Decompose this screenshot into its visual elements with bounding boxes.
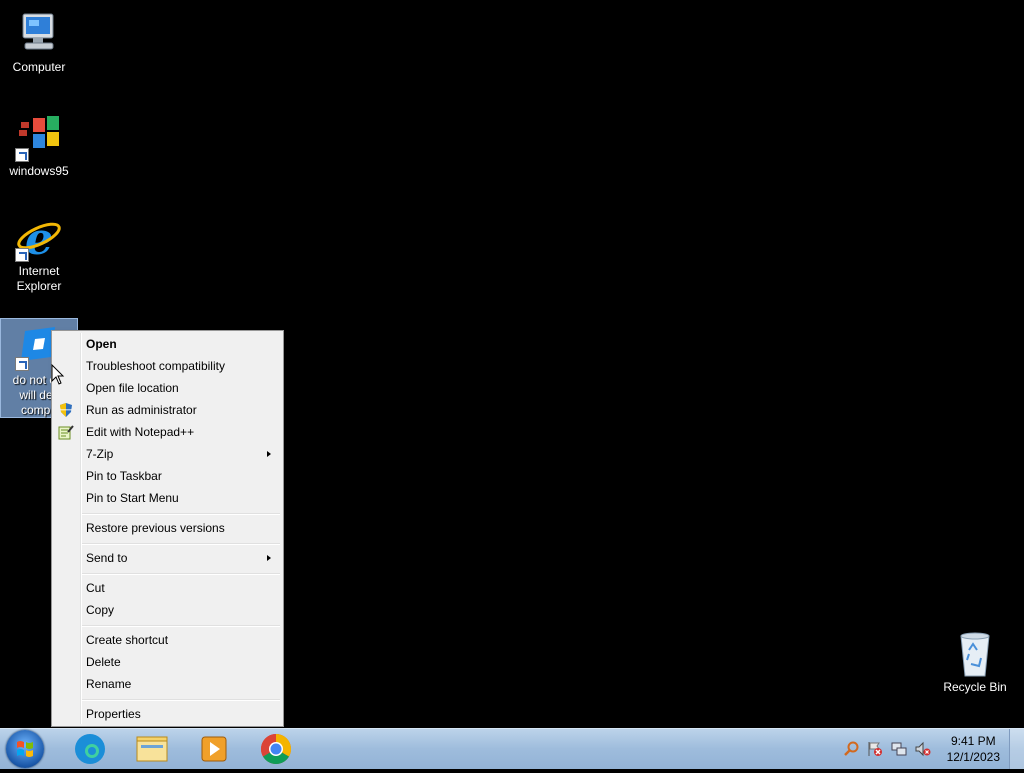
shortcut-arrow-icon: [15, 148, 29, 162]
submenu-arrow-icon: [267, 555, 271, 561]
windows95-icon: [15, 114, 63, 162]
menu-item-7-zip[interactable]: 7-Zip: [54, 443, 281, 465]
context-menu: Open Troubleshoot compatibility Open fil…: [51, 330, 284, 727]
edge-icon: [75, 734, 105, 764]
menu-separator: [82, 625, 280, 627]
menu-item-create-shortcut[interactable]: Create shortcut: [54, 629, 281, 651]
windows-logo-icon: [17, 741, 33, 757]
taskbar-clock[interactable]: 9:41 PM 12/1/2023: [947, 733, 1000, 765]
menu-item-label: Properties: [86, 707, 141, 721]
notepadpp-icon: [58, 424, 74, 440]
menu-item-label: Cut: [86, 581, 105, 595]
computer-icon: [15, 10, 63, 58]
volume-muted-icon[interactable]: [915, 741, 931, 757]
taskbar-chrome-button[interactable]: [248, 731, 304, 767]
menu-item-open-file-location[interactable]: Open file location: [54, 377, 281, 399]
uac-shield-icon: [58, 402, 74, 418]
menu-item-label: Rename: [86, 677, 132, 691]
menu-item-label: Delete: [86, 655, 121, 669]
menu-item-open[interactable]: Open: [54, 333, 281, 355]
start-button[interactable]: [6, 730, 44, 768]
menu-item-label: Open: [86, 337, 117, 351]
taskbar: 9:41 PM 12/1/2023: [0, 728, 1024, 769]
search-tray-icon[interactable]: [843, 741, 859, 757]
desktop-icon-computer[interactable]: Computer: [0, 10, 78, 75]
desktop-icon-windows95[interactable]: windows95: [0, 114, 78, 179]
menu-item-label: Send to: [86, 551, 128, 565]
menu-item-label: Run as administrator: [86, 403, 197, 417]
menu-item-edit-with-notepadpp[interactable]: Edit with Notepad++: [54, 421, 281, 443]
menu-item-label: Restore previous versions: [86, 521, 225, 535]
chrome-icon: [260, 734, 292, 765]
desktop-icon-label: Recycle Bin: [943, 680, 1007, 694]
media-player-icon: [201, 736, 227, 762]
menu-item-properties[interactable]: Properties: [54, 703, 281, 725]
desktop-icon-internet-explorer[interactable]: e Internet Explorer: [0, 214, 78, 294]
menu-item-label: Pin to Taskbar: [86, 469, 162, 483]
mouse-cursor-icon: [51, 363, 65, 386]
menu-item-restore-previous-versions[interactable]: Restore previous versions: [54, 517, 281, 539]
submenu-arrow-icon: [267, 451, 271, 457]
menu-separator: [82, 543, 280, 545]
desktop-icon-label: Internet Explorer: [16, 264, 62, 293]
taskbar-file-explorer-button[interactable]: [124, 731, 180, 767]
menu-separator: [82, 573, 280, 575]
shortcut-arrow-icon: [15, 248, 29, 262]
desktop-icon-recycle-bin[interactable]: Recycle Bin: [936, 630, 1014, 695]
menu-item-label: Troubleshoot compatibility: [86, 359, 225, 373]
shortcut-arrow-icon: [15, 357, 29, 371]
menu-item-troubleshoot-compatibility[interactable]: Troubleshoot compatibility: [54, 355, 281, 377]
menu-item-copy[interactable]: Copy: [54, 599, 281, 621]
show-desktop-button[interactable]: [1009, 729, 1024, 769]
menu-separator: [82, 699, 280, 701]
menu-item-pin-to-taskbar[interactable]: Pin to Taskbar: [54, 465, 281, 487]
menu-item-run-as-administrator[interactable]: Run as administrator: [54, 399, 281, 421]
menu-item-cut[interactable]: Cut: [54, 577, 281, 599]
menu-separator: [82, 513, 280, 515]
menu-item-label: Edit with Notepad++: [86, 425, 195, 439]
menu-item-label: Create shortcut: [86, 633, 169, 647]
menu-item-label: 7-Zip: [86, 447, 114, 461]
taskbar-edge-button[interactable]: [62, 731, 118, 767]
action-center-flag-icon[interactable]: [867, 741, 883, 757]
menu-item-send-to[interactable]: Send to: [54, 547, 281, 569]
taskbar-media-player-button[interactable]: [186, 731, 242, 767]
clock-time: 9:41 PM: [950, 734, 996, 748]
menu-item-rename[interactable]: Rename: [54, 673, 281, 695]
menu-item-label: Pin to Start Menu: [86, 491, 179, 505]
menu-item-pin-to-start-menu[interactable]: Pin to Start Menu: [54, 487, 281, 509]
file-explorer-icon: [136, 736, 168, 762]
internet-explorer-icon: e: [15, 214, 63, 265]
menu-item-label: Open file location: [86, 381, 179, 395]
menu-item-delete[interactable]: Delete: [54, 651, 281, 673]
clock-date: 12/1/2023: [946, 750, 1000, 764]
svg-text:e: e: [25, 214, 53, 262]
network-icon[interactable]: [891, 741, 907, 757]
desktop-icon-label: windows95: [9, 164, 69, 178]
desktop-icon-label: Computer: [12, 60, 66, 74]
menu-item-label: Copy: [86, 603, 115, 617]
recycle-bin-icon: [951, 630, 999, 678]
